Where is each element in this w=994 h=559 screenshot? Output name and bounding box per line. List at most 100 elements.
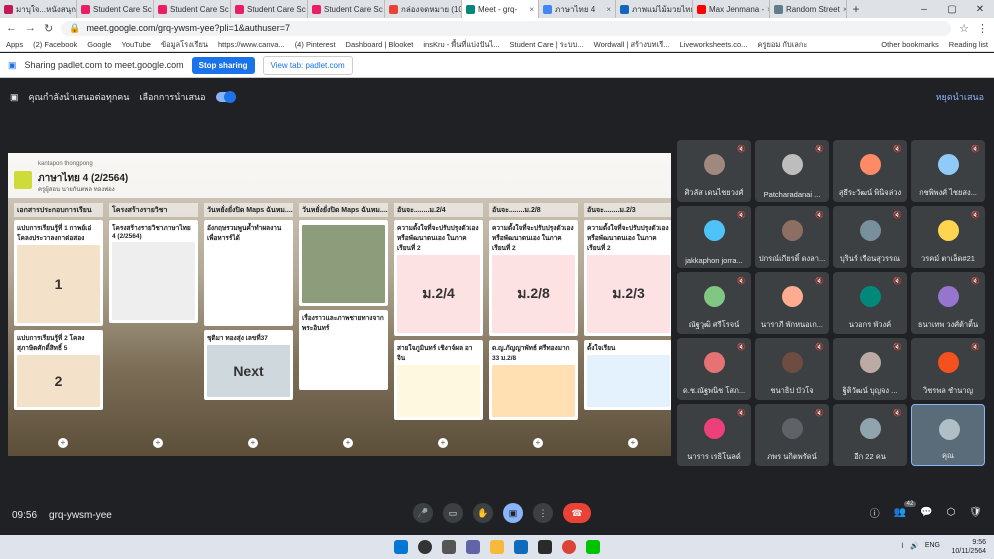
wifi-icon[interactable]: ⌇ bbox=[901, 542, 904, 550]
participant-tile[interactable]: นาราร เรธิโนลด์ 🔇 bbox=[677, 404, 751, 466]
url-input[interactable]: 🔒 meet.google.com/grq-ywsm-yee?pli=1&aut… bbox=[61, 20, 952, 36]
participant-tile[interactable]: อีก 22 คน 🔇 bbox=[833, 404, 907, 466]
presenting-toggle[interactable] bbox=[215, 91, 236, 103]
participant-tile[interactable]: นวอกร พัวงค์ 🔇 bbox=[833, 272, 907, 334]
bookmark-folder[interactable]: Reading list bbox=[949, 40, 988, 49]
participant-tile[interactable]: ธนาเทพ วงศ์ต้าติ้น 🔇 bbox=[911, 272, 985, 334]
browser-tab[interactable]: Random Street× bbox=[770, 0, 847, 18]
padlet-post[interactable]: แบ่บการเรียนรู้ที่ 1 กาพย์เอ่ โคลงประวาล… bbox=[14, 220, 103, 326]
padlet-post[interactable] bbox=[299, 220, 388, 306]
padlet-post[interactable]: เรื่องราวและภาพชายทางจากพระอินทร์ bbox=[299, 310, 388, 390]
browser-tab[interactable]: ภาพแม่ไม้มวยไทย× bbox=[616, 0, 693, 18]
file-explorer-icon[interactable] bbox=[490, 540, 504, 554]
bookmark-item[interactable]: YouTube bbox=[121, 40, 150, 49]
add-post-button[interactable]: + bbox=[438, 438, 448, 448]
stop-sharing-button[interactable]: Stop sharing bbox=[191, 56, 255, 74]
participant-tile[interactable]: คุณ bbox=[911, 404, 985, 466]
present-button[interactable]: ▣ bbox=[503, 503, 523, 523]
browser-tab[interactable]: Meet - grq- × bbox=[462, 0, 539, 18]
raise-hand-button[interactable]: ✋ bbox=[473, 503, 493, 523]
mic-button[interactable]: 🎤 bbox=[413, 503, 433, 523]
participant-tile[interactable]: วิชรพล ชำนาญ 🔇 bbox=[911, 338, 985, 400]
browser-tab[interactable]: Max Jenmana -× bbox=[693, 0, 770, 18]
close-icon[interactable]: × bbox=[529, 5, 534, 14]
browser-tab[interactable]: มาบุใจ...หนังสนุกป่า× bbox=[0, 0, 77, 18]
bookmark-item[interactable]: Wordwall | สร้างบทเรี... bbox=[594, 39, 670, 51]
padlet-post[interactable]: ด.ญ.ภัญญาพัทธ์ ศรีทองมาก 33 ม.2/8 bbox=[489, 340, 578, 420]
back-icon[interactable]: ← bbox=[6, 22, 17, 34]
participant-tile[interactable]: ณัฐวุฒิ ศรีโรจน์ 🔇 bbox=[677, 272, 751, 334]
teams-icon[interactable] bbox=[466, 540, 480, 554]
extensions-icon[interactable]: ⋮ bbox=[977, 22, 988, 35]
padlet-post[interactable]: ความตั้งใจที่จะปรับปรุงตัวเองหรือพัฒนาตน… bbox=[584, 220, 671, 336]
more-options-button[interactable]: ⋮ bbox=[533, 503, 553, 523]
add-post-button[interactable]: + bbox=[153, 438, 163, 448]
padlet-post[interactable]: สายใจภูมินทร์ เชิงาจ์ผล อาจิน bbox=[394, 340, 483, 420]
add-post-button[interactable]: + bbox=[248, 438, 258, 448]
bookmark-item[interactable]: Student Care | ระบบ... bbox=[509, 39, 583, 51]
view-tab-button[interactable]: View tab: padlet.com bbox=[262, 55, 353, 75]
reload-icon[interactable]: ↻ bbox=[44, 22, 53, 35]
task-view-icon[interactable] bbox=[442, 540, 456, 554]
participant-tile[interactable]: สุธีระวัฒน์ พินิจล่วง 🔇 bbox=[833, 140, 907, 202]
bookmark-item[interactable]: ครูยอม กับเลกะ bbox=[757, 39, 807, 51]
padlet-post[interactable]: อังกฤษรวมพูนค้ำทำผลงานเพื่อหารร์ได้ bbox=[204, 220, 293, 326]
browser-tab[interactable]: Student Care Sc× bbox=[154, 0, 231, 18]
info-icon[interactable]: ⓘ bbox=[870, 505, 880, 520]
forward-icon[interactable]: → bbox=[25, 22, 36, 34]
edge-icon[interactable] bbox=[514, 540, 528, 554]
participant-tile[interactable]: ศิวลัส เดนไชยวงศ์ 🔇 bbox=[677, 140, 751, 202]
participant-tile[interactable]: jakkaphon jorra... 🔇 bbox=[677, 206, 751, 268]
bookmark-item[interactable]: Apps bbox=[6, 40, 23, 49]
participant-tile[interactable]: ชนาธิป บัวโจ 🔇 bbox=[755, 338, 829, 400]
participant-tile[interactable]: วรคม์ ตาเล็ด#21 🔇 bbox=[911, 206, 985, 268]
add-post-button[interactable]: + bbox=[58, 438, 68, 448]
browser-tab[interactable]: Student Care Sc× bbox=[308, 0, 385, 18]
host-controls-icon[interactable]: 🛡 bbox=[969, 507, 982, 518]
star-icon[interactable]: ☆ bbox=[959, 22, 969, 35]
padlet-post[interactable]: ชุติมา ทองสุ่ง เลขที่37 Next bbox=[204, 330, 293, 400]
add-post-button[interactable]: + bbox=[533, 438, 543, 448]
participant-tile[interactable]: บุรินร์ เรือนสุวรรณ 🔇 bbox=[833, 206, 907, 268]
windows-start-icon[interactable] bbox=[394, 540, 408, 554]
line-icon[interactable] bbox=[586, 540, 600, 554]
maximize-icon[interactable]: ▢ bbox=[938, 4, 966, 15]
bookmark-item[interactable]: insKru - พื้นที่แบ่งปันไ... bbox=[423, 39, 499, 51]
bookmark-item[interactable]: (2) Facebook bbox=[33, 40, 77, 49]
add-post-button[interactable]: + bbox=[628, 438, 638, 448]
bookmark-item[interactable]: Google bbox=[87, 40, 111, 49]
taskbar-clock[interactable]: 9:56 10/11/2564 bbox=[951, 538, 986, 556]
participant-tile[interactable]: Patcharadanai ... 🔇 bbox=[755, 140, 829, 202]
browser-tab[interactable]: ภาษาไทย 4 × bbox=[539, 0, 616, 18]
people-button[interactable]: 👥 42 bbox=[894, 501, 917, 518]
new-tab-button[interactable]: + bbox=[847, 2, 865, 16]
participant-tile[interactable]: กชพิพงศ์ ไชยสง... 🔇 bbox=[911, 140, 985, 202]
bookmark-item[interactable]: (4) Pinterest bbox=[295, 40, 336, 49]
search-icon[interactable] bbox=[418, 540, 432, 554]
browser-tab[interactable]: กล่องจดหมาย (10)× bbox=[385, 0, 462, 18]
bookmark-item[interactable]: ข้อมูลโรงเรียน bbox=[161, 39, 208, 51]
stop-presenting-link[interactable]: หยุดนำเสนอ bbox=[936, 90, 984, 104]
participant-tile[interactable]: ภพร นกิตพรัดน์ 🔇 bbox=[755, 404, 829, 466]
language-indicator[interactable]: ENG bbox=[925, 542, 940, 550]
participant-tile[interactable]: ด.ช.ณัฐพนิช โสภ... 🔇 bbox=[677, 338, 751, 400]
leave-call-button[interactable]: ☎ bbox=[563, 503, 591, 523]
bookmark-folder[interactable]: Other bookmarks bbox=[881, 40, 939, 49]
padlet-post[interactable]: โครงสร้างรายวิชาภาษาไทย 4 (2/2564) bbox=[109, 220, 198, 323]
chat-icon[interactable]: 💬 bbox=[920, 507, 932, 518]
close-icon[interactable]: × bbox=[606, 5, 611, 14]
padlet-post[interactable]: ความตั้งใจที่จะปรับปรุงตัวเองหรือพัฒนาตน… bbox=[394, 220, 483, 336]
minimize-icon[interactable]: – bbox=[910, 4, 938, 15]
padlet-post[interactable]: ตั้งใจเรียน bbox=[584, 340, 671, 410]
bookmark-item[interactable]: Dashboard | Blooket bbox=[346, 40, 414, 49]
bookmark-item[interactable]: https://www.canva... bbox=[218, 40, 285, 49]
activities-icon[interactable]: ⬡ bbox=[947, 507, 956, 518]
volume-icon[interactable]: 🔊 bbox=[910, 542, 919, 550]
participant-tile[interactable]: ฐิติวัฒน์ บุญจง ... 🔇 bbox=[833, 338, 907, 400]
camera-button[interactable]: ▭ bbox=[443, 503, 463, 523]
browser-tab[interactable]: Student Care Sc× bbox=[231, 0, 308, 18]
close-window-icon[interactable]: ✕ bbox=[966, 4, 994, 15]
padlet-post[interactable]: ความตั้งใจที่จะปรับปรุงตัวเองหรือพัฒนาตน… bbox=[489, 220, 578, 336]
browser-tab[interactable]: Student Care Sc× bbox=[77, 0, 154, 18]
participant-tile[interactable]: นาราภี พักหนอเก... 🔇 bbox=[755, 272, 829, 334]
